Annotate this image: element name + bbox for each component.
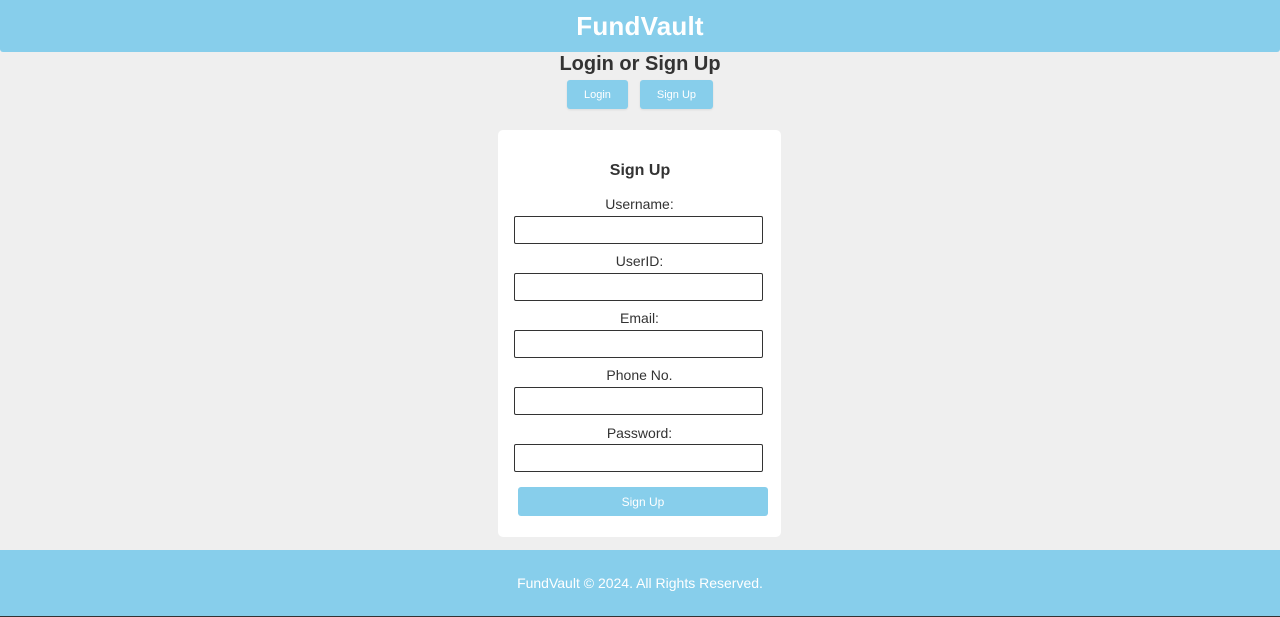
- userid-field[interactable]: [514, 273, 763, 301]
- auth-mode-switcher: Login Sign Up: [0, 80, 1280, 109]
- signup-mode-button[interactable]: Sign Up: [639, 80, 714, 109]
- email-label: Email:: [620, 310, 659, 326]
- signup-submit-button[interactable]: Sign Up: [518, 487, 768, 516]
- brand-title: FundVault: [576, 10, 704, 41]
- signup-form-title: Sign Up: [609, 162, 671, 179]
- app-header: FundVault: [0, 0, 1280, 52]
- password-label: Password:: [606, 425, 673, 441]
- phone-field[interactable]: [514, 387, 763, 415]
- password-field[interactable]: [514, 444, 763, 472]
- userid-label: UserID:: [615, 253, 664, 269]
- phone-label: Phone No.: [606, 367, 673, 383]
- login-mode-button[interactable]: Login: [566, 80, 628, 109]
- email-field[interactable]: [514, 330, 763, 358]
- footer-copyright: FundVault © 2024. All Rights Reserved.: [517, 575, 763, 591]
- username-field[interactable]: [514, 216, 763, 244]
- app-footer: FundVault © 2024. All Rights Reserved.: [0, 550, 1280, 617]
- username-label: Username:: [605, 196, 674, 212]
- page-title: Login or Sign Up: [559, 53, 721, 75]
